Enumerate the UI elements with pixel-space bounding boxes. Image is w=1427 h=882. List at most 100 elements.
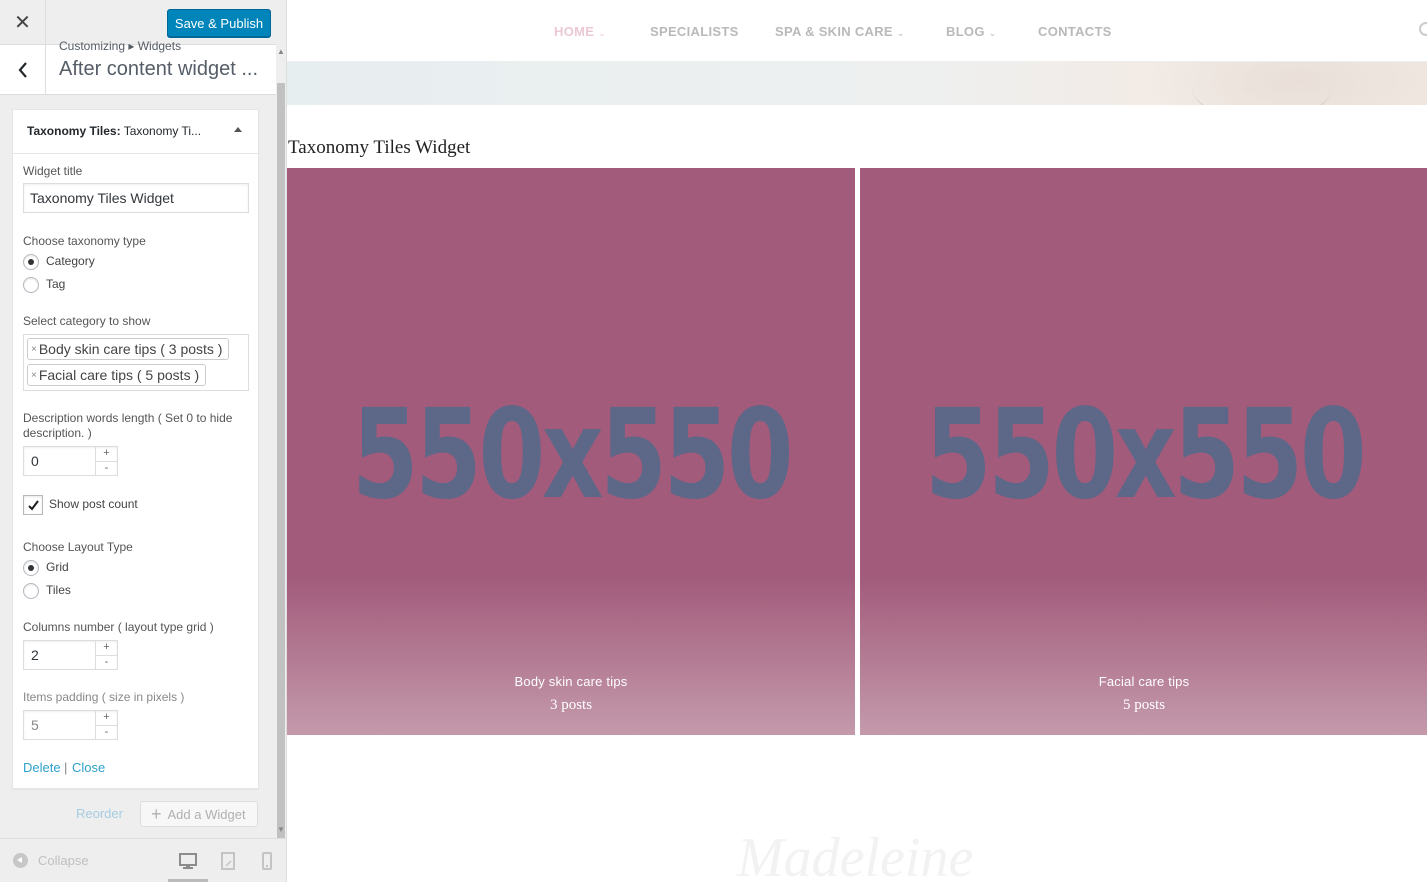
padding-label: Items padding ( size in pixels )	[23, 690, 185, 704]
tile-post-count: 5 posts	[1122, 697, 1166, 713]
tile-post-count: 3 posts	[549, 697, 593, 713]
section-header: Customizing ▸ Widgets After content widg…	[0, 39, 276, 95]
plus-icon: +	[151, 804, 162, 824]
widget-heading: Taxonomy Tiles Widget	[288, 137, 471, 158]
customizer-screen: ✕ Save & Publish Customizing ▸ Widgets A…	[0, 0, 1427, 882]
section-title: After content widget ...	[59, 58, 258, 80]
radio-tiles-label: Tiles	[46, 583, 71, 597]
chevron-down-icon: ⌄	[598, 28, 607, 38]
placeholder-image-text: 550x550	[924, 383, 1367, 527]
desc-length-value: 0	[31, 453, 39, 469]
widget-header-title: Taxonomy Tiles: Taxonomy Ti...	[27, 124, 217, 138]
mobile-preview-button[interactable]	[257, 851, 277, 871]
chevron-down-icon: ⌄	[896, 28, 905, 38]
tablet-preview-button[interactable]	[218, 851, 238, 871]
widget-header[interactable]: Taxonomy Tiles: Taxonomy Ti...	[13, 110, 258, 154]
add-widget-label: Add a Widget	[167, 806, 246, 822]
tablet-icon	[221, 852, 235, 870]
decrement-icon[interactable]: -	[96, 725, 117, 739]
layout-type-label: Choose Layout Type	[23, 540, 133, 554]
close-widget-link[interactable]: Close	[72, 760, 105, 775]
nav-item-contacts[interactable]: CONTACTS	[1038, 24, 1112, 39]
nav-item-label: HOME	[554, 24, 595, 39]
tile-category-name: Body skin care tips	[514, 674, 628, 689]
show-post-count-checkbox[interactable]	[23, 495, 43, 515]
category-select-label: Select category to show	[23, 314, 151, 328]
increment-icon[interactable]: +	[96, 711, 117, 725]
radio-category-label: Category	[46, 254, 95, 268]
desc-length-label: Description words length ( Set 0 to hide…	[23, 411, 233, 440]
nav-item-label: SPECIALISTS	[650, 24, 739, 39]
search-icon[interactable]	[1419, 22, 1427, 36]
padding-stepper[interactable]: + -	[95, 711, 117, 739]
padding-input[interactable]: 5 + -	[23, 710, 118, 740]
tile-category-name: Facial care tips	[1098, 674, 1190, 689]
category-chip-label: Facial care tips ( 5 posts )	[38, 367, 200, 383]
save-publish-button[interactable]: Save & Publish	[167, 9, 271, 37]
chevron-down-icon: ⌄	[988, 28, 997, 38]
nav-item-spa-skin-care[interactable]: SPA & SKIN CARE ⌄	[775, 24, 905, 39]
collapse-arrow-icon	[13, 853, 28, 868]
columns-input[interactable]: 2 + -	[23, 640, 118, 670]
desc-length-stepper[interactable]: + -	[95, 447, 117, 475]
columns-stepper[interactable]: + -	[95, 641, 117, 669]
desc-length-input[interactable]: 0 + -	[23, 446, 118, 476]
taxonomy-type-label: Choose taxonomy type	[23, 234, 146, 248]
nav-item-label: CONTACTS	[1038, 24, 1112, 39]
delete-widget-link[interactable]: Delete	[23, 760, 61, 775]
placeholder-image-text: 550x550	[351, 383, 794, 527]
widget-title-label: Widget title	[23, 164, 83, 178]
checkmark-icon	[28, 500, 39, 511]
sidebar-scrollbar[interactable]: ▲ ▼	[276, 45, 286, 866]
link-separator: |	[64, 760, 68, 775]
customizer-footer: Collapse	[0, 838, 286, 882]
columns-label: Columns number ( layout type grid )	[23, 620, 214, 634]
chevron-left-icon	[18, 62, 27, 78]
close-customizer-button[interactable]: ✕	[0, 0, 46, 45]
widget-title-input[interactable]: Taxonomy Tiles Widget	[23, 183, 249, 213]
show-post-count-label: Show post count	[49, 497, 138, 511]
category-chip-label: Body skin care tips ( 3 posts )	[38, 341, 223, 357]
customizer-sidebar: ✕ Save & Publish Customizing ▸ Widgets A…	[0, 0, 287, 882]
columns-value: 2	[31, 647, 39, 663]
reorder-button[interactable]: Reorder	[76, 806, 123, 821]
scroll-up-icon[interactable]: ▲	[277, 47, 285, 56]
scroll-down-icon[interactable]: ▼	[277, 825, 285, 834]
nav-item-label: BLOG	[946, 24, 985, 39]
breadcrumb: Customizing ▸ Widgets	[59, 39, 182, 53]
hero-decoration	[1192, 62, 1332, 105]
nav-item-specialists[interactable]: SPECIALISTS	[650, 24, 739, 39]
radio-category[interactable]	[23, 254, 39, 270]
remove-chip-icon[interactable]: ×	[31, 370, 37, 381]
category-chip: × Facial care tips ( 5 posts )	[27, 364, 207, 386]
caret-up-icon[interactable]	[232, 124, 244, 136]
taxonomy-tile[interactable]: 550x550 Facial care tips 5 posts	[860, 168, 1427, 735]
padding-value: 5	[31, 717, 39, 733]
site-navigation: HOME ⌄ SPECIALISTS SPA & SKIN CARE ⌄ BLOG ⌄…	[287, 0, 1427, 62]
scroll-thumb[interactable]	[277, 83, 285, 866]
taxonomy-tiles-widget-form: Taxonomy Tiles: Taxonomy Ti... Widget ti…	[12, 109, 259, 789]
increment-icon[interactable]: +	[96, 641, 117, 655]
decrement-icon[interactable]: -	[96, 655, 117, 669]
increment-icon[interactable]: +	[96, 447, 117, 461]
decrement-icon[interactable]: -	[96, 461, 117, 475]
add-widget-button[interactable]: + Add a Widget	[140, 801, 258, 827]
hero-image-strip	[287, 62, 1427, 105]
nav-item-home[interactable]: HOME ⌄	[554, 24, 606, 39]
desktop-icon	[179, 853, 197, 869]
desktop-preview-button[interactable]	[178, 851, 198, 871]
site-preview: HOME ⌄ SPECIALISTS SPA & SKIN CARE ⌄ BLOG ⌄…	[287, 0, 1427, 882]
back-button[interactable]	[0, 45, 46, 95]
radio-tag-label: Tag	[46, 277, 66, 291]
radio-grid[interactable]	[23, 560, 39, 576]
taxonomy-tile[interactable]: 550x550 Body skin care tips 3 posts	[287, 168, 855, 735]
widget-type-label: Taxonomy Tiles:	[27, 124, 121, 138]
category-chip: × Body skin care tips ( 3 posts )	[27, 338, 230, 360]
remove-chip-icon[interactable]: ×	[31, 344, 37, 355]
radio-tag[interactable]	[23, 277, 39, 293]
nav-item-blog[interactable]: BLOG ⌄	[946, 24, 997, 39]
radio-tiles[interactable]	[23, 583, 39, 599]
radio-grid-label: Grid	[46, 560, 69, 574]
category-multiselect[interactable]: × Body skin care tips ( 3 posts ) × Facial…	[23, 334, 249, 391]
collapse-button[interactable]: Collapse	[13, 853, 89, 868]
